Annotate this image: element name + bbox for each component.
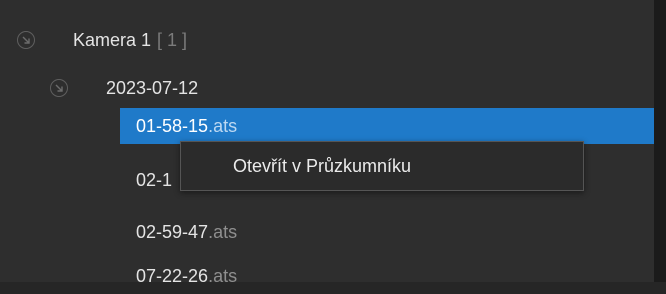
file-name: 02-1 (136, 170, 172, 191)
scrollbar-track[interactable] (654, 0, 666, 282)
collapse-icon[interactable] (50, 79, 68, 97)
tree-file-item-selected[interactable]: 01-58-15.ats (120, 108, 654, 144)
file-base: 01-58-15 (136, 115, 209, 136)
collapse-icon[interactable] (17, 31, 35, 49)
file-extension: .ats (208, 115, 238, 136)
file-base: 07-22-26 (136, 265, 209, 286)
collapse-arrow-icon (22, 36, 30, 44)
date-label: 2023-07-12 (106, 77, 199, 98)
tree-node-camera[interactable]: Kamera 1[ 1 ] (0, 22, 654, 58)
file-base: 02-1 (136, 169, 173, 190)
tree-file-item[interactable]: 02-59-47.ats (120, 214, 654, 250)
file-name: 02-59-47.ats (136, 222, 237, 243)
file-name: 07-22-26.ats (136, 266, 237, 287)
file-name: 01-58-15.ats (136, 116, 237, 137)
tree-node-date[interactable]: 2023-07-12 (0, 70, 654, 106)
file-extension: .ats (208, 265, 238, 286)
file-tree-panel: Kamera 1[ 1 ] 2023-07-12 01-58-15.ats 02… (0, 0, 666, 286)
menu-item-open-in-explorer[interactable]: Otevřít v Průzkumníku (233, 156, 411, 177)
tree-file-item[interactable]: 07-22-26.ats (120, 258, 654, 294)
collapse-arrow-icon (55, 84, 63, 92)
camera-name: Kamera 1 (73, 29, 152, 50)
camera-count: [ 1 ] (157, 29, 188, 50)
context-menu: Otevřít v Průzkumníku (180, 141, 584, 191)
camera-label: Kamera 1[ 1 ] (73, 30, 187, 51)
file-base: 02-59-47 (136, 221, 209, 242)
file-extension: .ats (208, 221, 238, 242)
